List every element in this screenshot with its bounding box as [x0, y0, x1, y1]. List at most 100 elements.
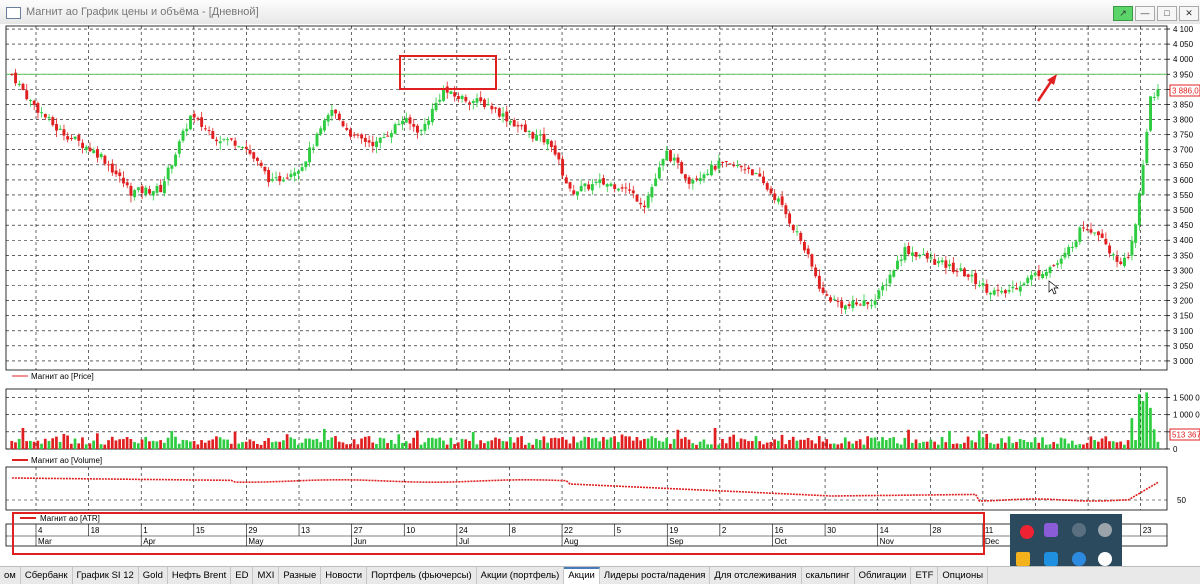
volume-bar — [776, 440, 780, 449]
candle-body — [866, 302, 870, 305]
candle-body — [285, 177, 289, 179]
volume-panel-label: Магнит ао [Volume] — [31, 456, 102, 465]
tab-15[interactable]: Облигации — [855, 567, 912, 584]
chat-icon[interactable] — [1098, 523, 1112, 537]
volume-bar — [717, 444, 721, 449]
feather-app-icon[interactable] — [1044, 523, 1058, 537]
minimize-button[interactable]: — — [1135, 6, 1155, 21]
volume-bar — [538, 440, 542, 449]
tab-8[interactable]: Новости — [321, 567, 368, 584]
volume-bar — [363, 436, 367, 449]
volume-bar — [349, 444, 352, 449]
tab-16[interactable]: ETF — [911, 567, 939, 584]
volume-bar — [252, 441, 255, 449]
tab-11[interactable]: Акции — [564, 567, 600, 584]
candle-body — [657, 167, 661, 179]
volume-bar — [743, 439, 747, 449]
candle-body — [877, 290, 881, 299]
volume-bar — [985, 433, 989, 449]
candle-body — [241, 146, 245, 148]
chart-area[interactable]: 41811529132710248225192163014281125923Ma… — [0, 24, 1200, 566]
candle-body — [709, 164, 713, 176]
maximize-button[interactable]: □ — [1157, 6, 1177, 21]
tab-5[interactable]: ED — [231, 567, 254, 584]
tab-3[interactable]: Gold — [139, 567, 168, 584]
close-button[interactable]: ✕ — [1179, 6, 1199, 21]
yandex-browser-icon[interactable] — [1098, 552, 1112, 566]
candle-body — [211, 131, 215, 139]
candle-body — [1074, 241, 1078, 247]
candle-body — [185, 128, 189, 132]
volume-bar — [829, 443, 832, 449]
tab-13[interactable]: Для отслеживания — [710, 567, 802, 584]
day-tick-label: 24 — [459, 526, 468, 535]
candle-body — [47, 116, 51, 119]
month-tick-label: Sep — [669, 537, 684, 546]
candle-body — [29, 99, 32, 101]
month-tick-label: Aug — [564, 537, 578, 546]
volume-bar — [122, 439, 125, 449]
settings-app-icon[interactable] — [1044, 552, 1058, 566]
candle-body — [1070, 247, 1074, 249]
volume-bar — [561, 436, 564, 449]
tab-7[interactable]: Разные — [279, 567, 322, 584]
antivirus-icon[interactable] — [1020, 525, 1034, 539]
candle-body — [58, 128, 62, 130]
tab-9[interactable]: Портфель (фьючерсы) — [367, 567, 477, 584]
volume-bar — [929, 439, 933, 449]
volume-bar — [36, 440, 40, 449]
candle-body — [77, 135, 81, 141]
tab-10[interactable]: Акции (портфель) — [477, 567, 565, 584]
candle-body — [434, 102, 438, 111]
volume-bar — [40, 443, 43, 449]
pin-window-button[interactable]: ↗ — [1113, 6, 1133, 21]
candle-body — [151, 191, 155, 196]
tab-17[interactable]: Опционы — [938, 567, 989, 584]
volume-bar — [1015, 441, 1018, 449]
volume-bar — [103, 444, 107, 449]
volume-bar — [401, 442, 404, 449]
volume-bar — [665, 437, 669, 449]
candle-body — [1093, 232, 1097, 234]
volume-bar — [148, 441, 151, 449]
candle-body — [762, 176, 765, 184]
volume-bar — [200, 440, 203, 449]
volume-bar — [963, 442, 966, 449]
candle-body — [464, 96, 468, 102]
tab-0[interactable]: ом — [0, 567, 21, 584]
volume-bar — [1078, 444, 1082, 449]
volume-bar — [77, 443, 81, 449]
price-tick-label: 3 400 — [1173, 236, 1194, 245]
volume-bar — [1003, 442, 1007, 449]
candle-body — [1041, 273, 1045, 278]
candle-body — [940, 260, 944, 263]
volume-bar — [308, 438, 311, 449]
tab-6[interactable]: MXI — [253, 567, 280, 584]
month-tick-label: Apr — [143, 537, 156, 546]
candle-body — [311, 147, 315, 149]
volume-bar — [203, 442, 207, 449]
volume-bar — [888, 438, 892, 449]
price-tick-label: 4 100 — [1173, 25, 1194, 34]
day-tick-label: 8 — [511, 526, 516, 535]
network-icon[interactable] — [1072, 523, 1086, 537]
candle-body — [549, 141, 553, 148]
candle-body — [769, 188, 773, 194]
volume-tick-label: 0 — [1173, 445, 1178, 454]
volume-bar — [821, 441, 825, 449]
teamviewer-icon[interactable] — [1072, 552, 1086, 566]
candle-body — [103, 155, 107, 164]
day-tick-label: 13 — [301, 526, 310, 535]
candle-body — [695, 178, 699, 180]
candle-body — [468, 102, 472, 104]
tab-12[interactable]: Лидеры роста/падения — [600, 567, 711, 584]
candle-body — [631, 190, 635, 194]
volume-bar — [1104, 436, 1108, 449]
tab-14[interactable]: скальпинг — [802, 567, 855, 584]
volume-bar — [475, 444, 479, 449]
tab-2[interactable]: График SI 12 — [73, 567, 139, 584]
folder-app-icon[interactable] — [1016, 552, 1030, 566]
candle-body — [1096, 231, 1100, 236]
tab-4[interactable]: Нефть Brent — [168, 567, 232, 584]
tab-1[interactable]: Сбербанк — [21, 567, 73, 584]
